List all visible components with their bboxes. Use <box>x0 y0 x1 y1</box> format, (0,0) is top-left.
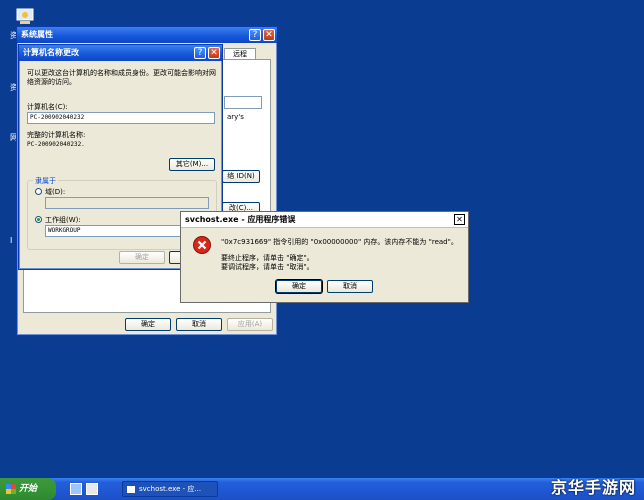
close-button[interactable]: ✕ <box>454 214 465 225</box>
input-field[interactable] <box>224 96 262 109</box>
dialog-title: 计算机名称更改 <box>23 48 79 57</box>
full-name-label: 完整的计算机名称: <box>27 131 86 139</box>
error-icon <box>193 236 211 254</box>
button-label: 应用(A) <box>237 320 263 328</box>
computer-name-input[interactable]: PC-200902040232 <box>27 112 215 124</box>
button-label: 确定 <box>292 282 306 290</box>
error-titlebar[interactable]: svchost.exe - 应用程序错误 <box>181 212 468 228</box>
ok-button[interactable]: 确定 <box>125 318 171 331</box>
window-title: 系统属性 <box>21 30 53 39</box>
ok-button[interactable]: 确定 <box>119 251 165 264</box>
quicklaunch-ie-icon[interactable] <box>70 483 82 495</box>
watermark-logo: 京华手游网 <box>550 478 636 497</box>
more-button[interactable]: 其它(M)... <box>169 158 215 171</box>
domain-label: 域(D): <box>45 188 66 196</box>
workgroup-radio[interactable] <box>35 216 42 223</box>
button-label: 确定 <box>141 320 155 328</box>
full-name-value: PC-200902040232. <box>27 141 85 148</box>
domain-input[interactable] <box>45 197 209 209</box>
error-message-line1: "0x7c931669" 指令引用的 "0x00000000" 内存。该内存不能… <box>221 238 458 246</box>
application-error-dialog: svchost.exe - 应用程序错误 ✕ "0x7c931669" 指令引用… <box>180 211 469 303</box>
ok-button[interactable]: 确定 <box>276 280 322 293</box>
button-label: 取消 <box>192 320 206 328</box>
start-label: 开始 <box>19 484 38 494</box>
cancel-button[interactable]: 取消 <box>176 318 222 331</box>
apply-button[interactable]: 应用(A) <box>227 318 273 331</box>
help-button[interactable]: ? <box>249 29 261 41</box>
desktop-label: I <box>10 236 13 245</box>
button-label: 络 ID(N) <box>227 172 255 180</box>
help-button[interactable]: ? <box>194 47 206 59</box>
error-message-line3: 要调试程序，请单击 "取消"。 <box>221 263 314 271</box>
name-change-titlebar[interactable]: 计算机名称更改 <box>19 45 222 61</box>
system-properties-titlebar[interactable]: 系统属性 <box>17 27 277 43</box>
cancel-button[interactable]: 取消 <box>327 280 373 293</box>
computer-name-label: 计算机名(C): <box>27 103 68 111</box>
taskbar: 开始 svchost.exe - 应... <box>0 478 644 500</box>
quicklaunch-desktop-icon[interactable] <box>86 483 98 495</box>
task-label: svchost.exe - 应... <box>139 485 202 493</box>
button-label: 其它(M)... <box>175 160 209 168</box>
window-icon <box>127 485 135 493</box>
network-id-button[interactable]: 络 ID(N) <box>222 170 260 183</box>
windows-logo-icon <box>6 483 16 494</box>
desktop-computer-icon[interactable] <box>14 8 36 26</box>
domain-radio[interactable] <box>35 188 42 195</box>
taskbar-item-svchost[interactable]: svchost.exe - 应... <box>122 481 218 497</box>
description-text: 可以更改这台计算机的名称和成员身份。更改可能会影响对网络资源的访问。 <box>27 69 216 86</box>
button-label: 取消 <box>343 282 357 290</box>
start-button[interactable]: 开始 <box>0 478 56 500</box>
member-of-label: 隶属于 <box>33 176 58 186</box>
close-button[interactable]: ✕ <box>263 29 275 41</box>
tab-label: 远程 <box>233 50 247 58</box>
text-fragment: ary's <box>227 113 244 121</box>
workgroup-label: 工作组(W): <box>45 216 81 224</box>
dialog-title: svchost.exe - 应用程序错误 <box>185 215 296 224</box>
close-button[interactable]: ✕ <box>208 47 220 59</box>
button-label: 确定 <box>135 253 149 261</box>
